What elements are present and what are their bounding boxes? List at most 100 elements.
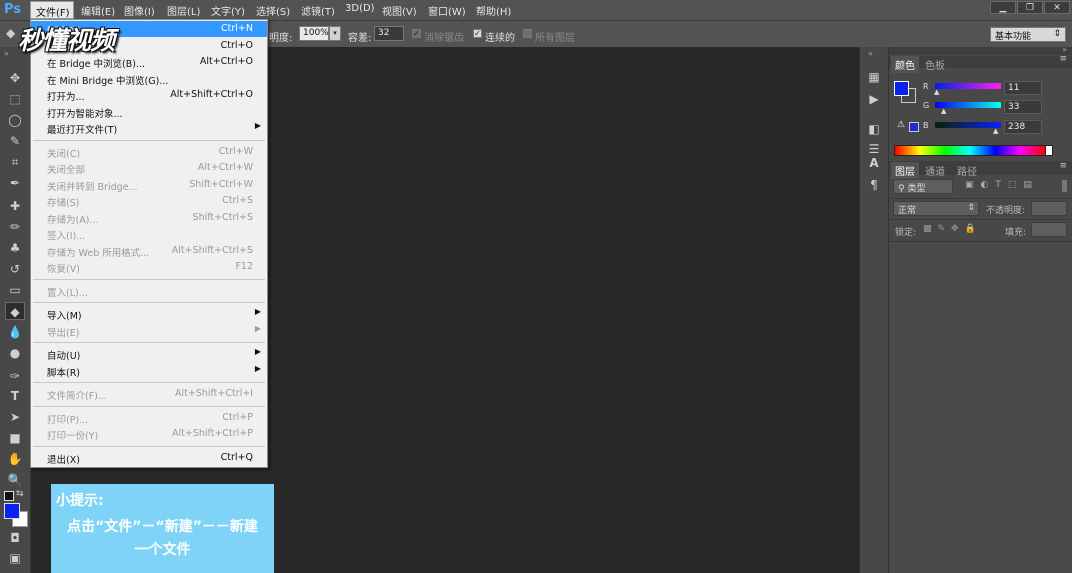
file-menu-item[interactable]: 打开为智能对象... [31,104,267,120]
history-panel-icon[interactable]: ▦ [866,69,882,85]
menu-image[interactable]: 图像(I) [124,3,155,18]
b-slider[interactable] [935,122,1001,128]
menu-edit[interactable]: 编辑(E) [81,3,115,18]
menu-item-shortcut: Alt+Ctrl+O [199,56,253,67]
foreground-color-swatch[interactable] [4,503,20,519]
tab-color[interactable]: 颜色 [891,56,919,73]
lasso-tool-icon[interactable]: ◯ [5,111,25,129]
photoshop-logo: Ps [4,2,22,17]
file-menu-item[interactable]: 自动(U) ▶ [31,346,267,362]
adjustments-panel-icon[interactable]: ◧ [866,121,882,137]
file-menu-item[interactable]: 导入(M) ▶ [31,306,267,322]
g-slider-handle[interactable]: ▲ [941,107,946,115]
paint-bucket-tool-icon[interactable]: ◆ [5,302,25,320]
close-icon[interactable]: ✕ [1044,1,1070,14]
collapse-icon[interactable]: » [1062,45,1067,54]
clone-stamp-tool-icon[interactable]: ♣ [5,239,25,257]
brush-tool-icon[interactable]: ✏ [5,218,25,236]
divider [889,219,1072,220]
collapse-icon[interactable]: » [4,49,9,58]
hand-tool-icon[interactable]: ✋ [5,450,25,468]
lock-icons[interactable]: ▩✎✥🔒 [923,224,982,234]
color-spectrum-bar[interactable] [894,145,1046,156]
crop-tool-icon[interactable]: ⌗ [5,153,25,171]
screen-mode-icon[interactable]: ▣ [5,549,25,567]
file-menu-item[interactable]: 在 Mini Bridge 中浏览(G)... [31,71,267,87]
b-slider-handle[interactable]: ▲ [993,127,998,135]
contiguous-checkbox[interactable]: ✓ [473,29,482,38]
opacity-input[interactable]: 100% [299,26,329,41]
menu-file[interactable]: 文件(F) [30,1,74,19]
tolerance-input[interactable]: 32 [374,26,404,41]
path-select-tool-icon[interactable]: ➤ [5,408,25,426]
tab-channels[interactable]: 通道 [921,162,949,179]
file-menu-item[interactable]: 打开为... Alt+Shift+Ctrl+O [31,87,267,103]
history-brush-tool-icon[interactable]: ↺ [5,260,25,278]
file-menu-item[interactable]: 退出(X) Ctrl+Q [31,450,267,466]
paragraph-panel-icon[interactable]: ¶ [866,177,882,193]
right-panels: » 颜色 色板 ≡ R ▲ 11 G ▲ 33 ⚠ B ▲ 238 图层 通道 … [889,45,1072,573]
menu-select[interactable]: 选择(S) [256,3,290,18]
quick-mask-icon[interactable]: ◘ [5,529,25,547]
minimize-icon[interactable]: ▁ [990,1,1016,14]
r-slider[interactable] [935,83,1001,89]
color-panel-foreground-swatch[interactable] [894,81,909,96]
menu-item-shortcut: Ctrl+Q [220,451,253,463]
panel-menu-icon[interactable]: ≡ [1059,54,1067,64]
move-tool-icon[interactable]: ✥ [5,69,25,87]
menu-layer[interactable]: 图层(L) [167,3,200,18]
web-safe-swatch[interactable] [909,122,919,132]
tab-layers[interactable]: 图层 [891,162,919,179]
tip-box: 小提示: 点击“文件”－“新建”－－新建一个文件 [51,484,274,573]
file-menu-item[interactable]: 脚本(R) ▶ [31,363,267,379]
marquee-tool-icon[interactable]: ⬚ [5,90,25,108]
tab-swatches[interactable]: 色板 [921,56,949,73]
blur-tool-icon[interactable]: 💧 [5,323,25,341]
eraser-tool-icon[interactable]: ▭ [5,281,25,299]
contiguous-label: 连续的 [485,33,515,44]
antialias-checkbox[interactable]: ✓ [412,29,421,38]
layer-filter-select[interactable]: ⚲ 类型 [893,179,953,194]
r-slider-handle[interactable]: ▲ [934,88,939,96]
zoom-tool-icon[interactable]: 🔍 [5,471,25,489]
menu-type[interactable]: 文字(Y) [211,3,245,18]
blend-mode-select[interactable]: 正常 ⇕ [893,201,979,216]
fill-input[interactable] [1031,222,1067,237]
menu-item-label: 存储为(A)... [47,214,99,226]
menu-help[interactable]: 帮助(H) [476,3,511,18]
opacity-dropdown-icon[interactable]: ▾ [329,26,341,41]
quick-select-tool-icon[interactable]: ✎ [5,132,25,150]
r-input[interactable]: 11 [1004,81,1042,95]
menu-item-shortcut: Alt+Shift+Ctrl+P [172,428,253,439]
character-panel-icon[interactable]: A [866,155,882,171]
file-menu-item[interactable]: 最近打开文件(T) ▶ [31,120,267,136]
layers-list[interactable] [890,243,1071,573]
healing-brush-tool-icon[interactable]: ✚ [5,197,25,215]
gamut-warning-icon[interactable]: ⚠ [897,120,905,130]
pen-tool-icon[interactable]: ✑ [5,367,25,385]
all-layers-checkbox[interactable] [523,29,532,38]
workspace-select[interactable]: 基本功能 ⇕ [990,27,1066,42]
panel-menu-icon[interactable]: ≡ [1059,161,1067,171]
dodge-tool-icon[interactable]: ● [5,344,25,362]
swap-colors-icon[interactable]: ⇆ [16,489,24,499]
restore-icon[interactable]: ❐ [1017,1,1043,14]
menu-3d[interactable]: 3D(D) [345,3,375,14]
layer-filter-icons[interactable]: ▣◐T⬚▤ [965,180,1039,190]
menu-view[interactable]: 视图(V) [382,3,417,18]
eyedropper-tool-icon[interactable]: ✒ [5,174,25,192]
collapse-icon[interactable]: « [868,49,873,58]
type-tool-icon[interactable]: T [5,387,25,405]
tab-paths[interactable]: 路径 [953,162,981,179]
layer-opacity-input[interactable] [1031,201,1067,216]
menu-filter[interactable]: 滤镜(T) [301,3,335,18]
white-swatch[interactable] [1045,145,1053,156]
menu-window[interactable]: 窗口(W) [428,3,466,18]
blend-mode-label: 正常 [898,206,917,216]
rectangle-tool-icon[interactable]: ■ [5,429,25,447]
actions-panel-icon[interactable]: ▶ [866,91,882,107]
b-input[interactable]: 238 [1004,120,1042,134]
g-input[interactable]: 33 [1004,100,1042,114]
default-colors-icon[interactable] [4,491,14,501]
filter-toggle-icon[interactable] [1062,180,1067,192]
